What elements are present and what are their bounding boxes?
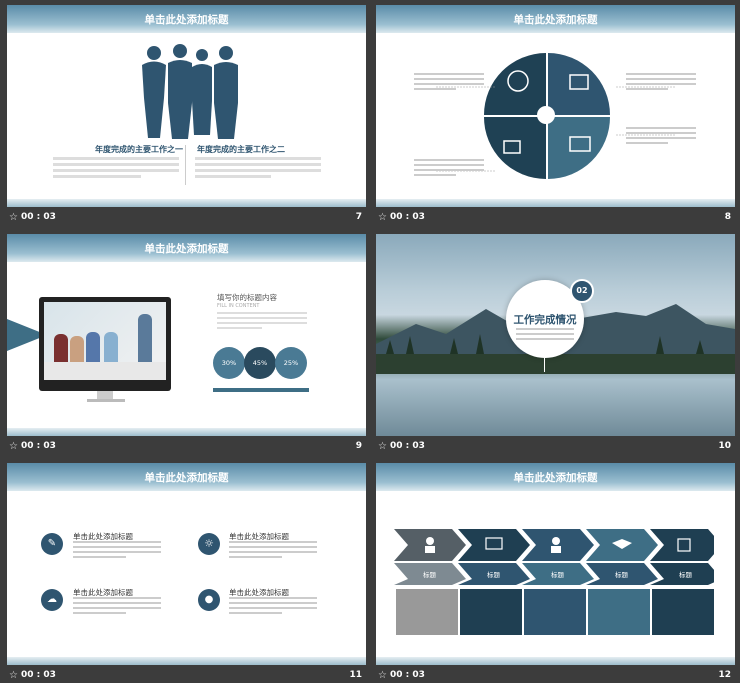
percent-circle-2: 45% <box>244 347 276 379</box>
percent-circle-1: 30% <box>213 347 245 379</box>
left-heading: 年度完成的主要工作之一 <box>95 145 183 154</box>
monitor-screen <box>39 297 171 391</box>
slide-title: 单击此处添加标题 <box>144 243 229 255</box>
slide-title: 单击此处添加标题 <box>144 472 229 484</box>
transition-star-icon: ☆ <box>378 670 387 681</box>
title-pointer <box>544 358 545 372</box>
bottom-bar <box>213 388 309 392</box>
slide-timing: 00 : 03 <box>390 212 425 222</box>
item-body-1 <box>73 541 161 558</box>
step-label-4: 标题 <box>615 571 628 579</box>
slide-meta: ☆ 00 : 03 11 <box>7 669 366 683</box>
section-body <box>516 328 574 340</box>
slide-thumbnail-10[interactable]: 02 工作完成情况 ☆ 00 : 03 10 <box>376 234 735 460</box>
slide-footer <box>7 199 366 207</box>
transition-star-icon: ☆ <box>9 441 18 452</box>
monitor-base <box>87 399 125 402</box>
slide-meta: ☆ 00 : 03 7 <box>7 211 366 227</box>
slide-timing: 00 : 03 <box>21 670 56 680</box>
slide-thumbnail-11[interactable]: 单击此处添加标题 ✎ 单击此处添加标题 ☼ 单击此处添加标题 ☁ 单击此处添加标… <box>7 463 366 683</box>
slide-timing: 00 : 03 <box>21 441 56 451</box>
slide-number: 11 <box>349 670 362 680</box>
slide-thumbnail-7[interactable]: 单击此处添加标题 年度完成的主要工作之一 年度完成的主要工作之二 ☆ 00 : … <box>7 5 366 231</box>
transition-star-icon: ☆ <box>378 212 387 223</box>
slide-title: 单击此处添加标题 <box>513 14 598 26</box>
office-photo <box>44 302 166 380</box>
section-title: 工作完成情况 <box>513 314 577 326</box>
slide-meta: ☆ 00 : 03 10 <box>376 440 735 456</box>
slide-timing: 00 : 03 <box>390 441 425 451</box>
item-body-3 <box>73 597 161 614</box>
text-block-top-right <box>626 73 696 90</box>
divider <box>185 145 186 185</box>
transition-star-icon: ☆ <box>9 670 18 681</box>
chat-icon: ✎ <box>41 533 63 555</box>
slide-canvas: 单击此处添加标题 <box>376 5 735 207</box>
slide-meta: ☆ 00 : 03 8 <box>376 211 735 227</box>
slide-thumbnail-8[interactable]: 单击此处添加标题 ☆ 00: 03 8 <box>376 5 735 231</box>
content-heading: 填写你的标题内容 <box>217 293 277 302</box>
slide-footer <box>376 199 735 207</box>
slide-canvas: 单击此处添加标题 <box>376 463 735 665</box>
text-block-top-left <box>414 73 484 90</box>
left-body-text <box>53 157 179 178</box>
item-body-4 <box>229 597 317 614</box>
transition-star-icon: ☆ <box>378 441 387 452</box>
cloud-download-icon: ☁ <box>41 589 63 611</box>
slide-meta: ☆ 00 : 03 12 <box>376 669 735 683</box>
slide-canvas: 单击此处添加标题 填写你的标题内容 FILL IN CONTENT 30% 45… <box>7 234 366 436</box>
slide-thumbnail-9[interactable]: 单击此处添加标题 填写你的标题内容 FILL IN CONTENT 30% 45… <box>7 234 366 460</box>
text-block-bottom-right <box>626 127 696 144</box>
monitor-stand <box>97 391 113 399</box>
water-drop-icon: ● <box>198 589 220 611</box>
slide-number: 8 <box>724 212 731 222</box>
slide-number: 7 <box>355 212 362 222</box>
slide-footer <box>376 657 735 665</box>
slide-number: 10 <box>718 441 731 451</box>
step-label-2: 标题 <box>487 571 500 579</box>
slide-timing: 00 : 03 <box>21 212 56 222</box>
step-label-5: 标题 <box>679 571 692 579</box>
right-heading: 年度完成的主要工作之二 <box>197 145 285 154</box>
chevron-process-diagram <box>394 529 714 635</box>
slide-title: 单击此处添加标题 <box>144 14 229 26</box>
slide-title: 单击此处添加标题 <box>513 472 598 484</box>
transition-star-icon: ☆ <box>9 212 18 223</box>
step-label-1: 标题 <box>423 571 436 579</box>
slide-timing: 00 : 03 <box>390 670 425 680</box>
item-body-2 <box>229 541 317 558</box>
content-subheading: FILL IN CONTENT <box>217 303 260 309</box>
percent-circle-3: 25% <box>275 347 307 379</box>
slide-footer <box>7 657 366 665</box>
content-body <box>217 312 307 329</box>
slide-canvas: 单击此处添加标题 ✎ 单击此处添加标题 ☼ 单击此处添加标题 ☁ 单击此处添加标… <box>7 463 366 665</box>
slide-canvas: 单击此处添加标题 年度完成的主要工作之一 年度完成的主要工作之二 <box>7 5 366 207</box>
text-block-bottom-left <box>414 159 484 176</box>
slide-footer <box>7 428 366 436</box>
slide-thumbnail-12[interactable]: 单击此处添加标题 标题 标题 标题 标题 标题 ☆ 00: 03 12 <box>376 463 735 683</box>
slide-number: 12 <box>718 670 731 680</box>
slide-meta: ☆ 00 : 03 9 <box>7 440 366 456</box>
slide-number: 9 <box>355 441 362 451</box>
right-body-text <box>195 157 321 178</box>
slide-canvas: 02 工作完成情况 <box>376 234 735 436</box>
sun-icon: ☼ <box>198 533 220 555</box>
step-label-3: 标题 <box>551 571 564 579</box>
business-team-silhouette <box>142 44 238 139</box>
section-badge: 02 <box>570 279 594 303</box>
